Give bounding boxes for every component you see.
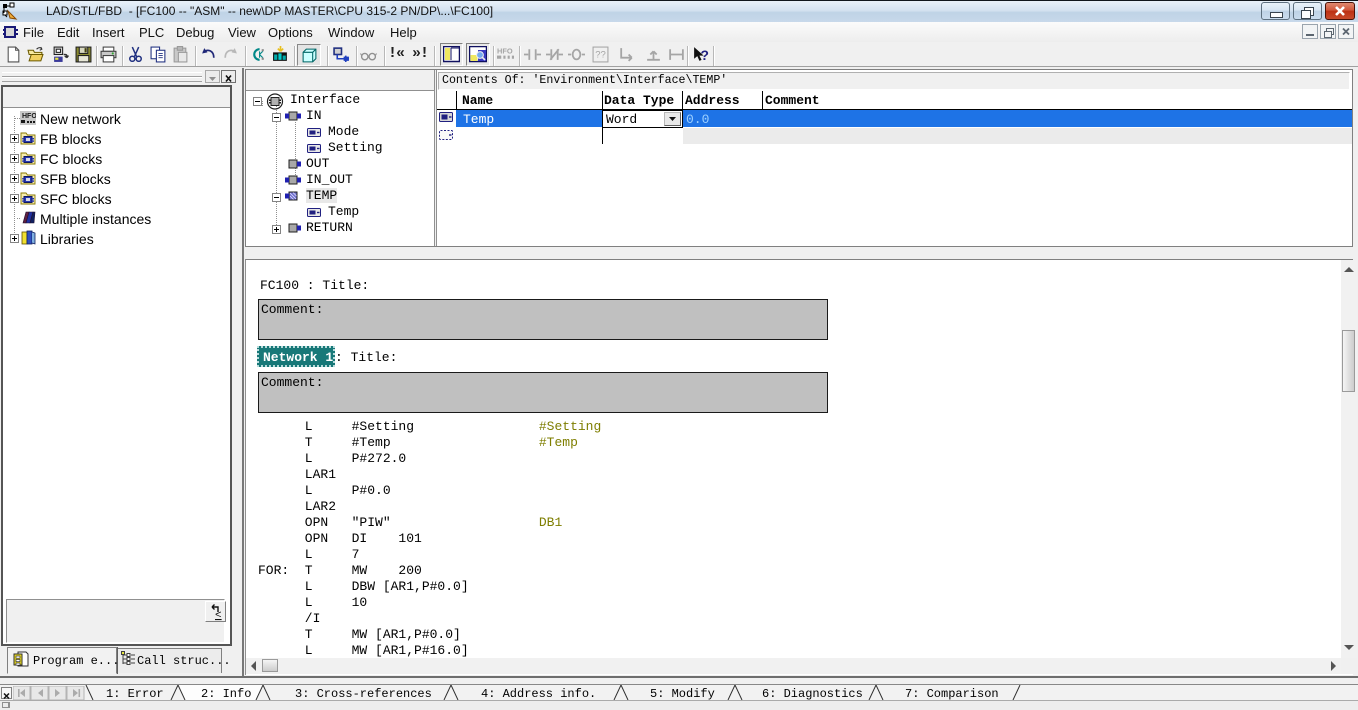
svg-text:HFO: HFO <box>22 113 36 120</box>
svg-text:HFO: HFO <box>497 46 513 55</box>
svg-text:<: < <box>215 610 222 621</box>
svg-text:??: ?? <box>595 50 606 61</box>
svg-text:?: ? <box>701 47 709 63</box>
